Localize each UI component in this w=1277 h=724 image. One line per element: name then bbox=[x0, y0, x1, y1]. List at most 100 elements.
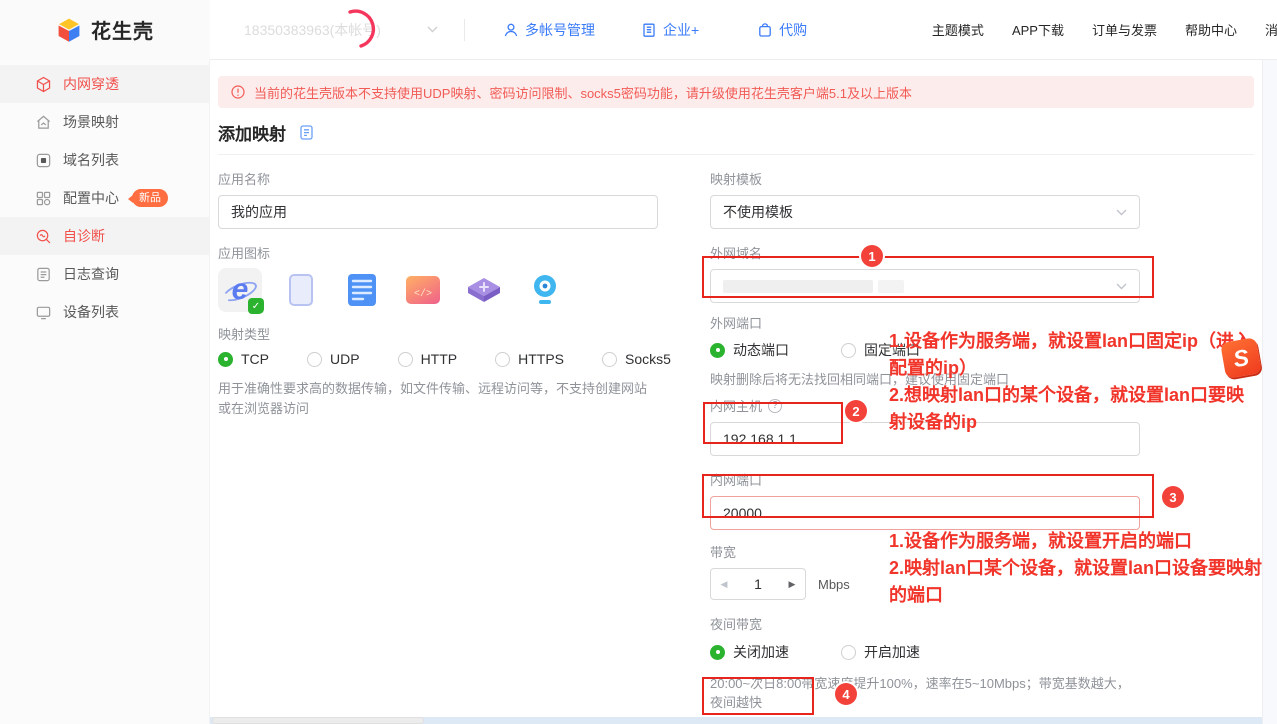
ext-port-radio-group: 动态端口 固定端口 bbox=[710, 340, 1140, 360]
help-question-icon[interactable]: ? bbox=[768, 399, 782, 413]
brand-name: 花生壳 bbox=[91, 15, 154, 44]
logo-cube-icon bbox=[56, 17, 82, 43]
bandwidth-stepper-row: ◀ 1 ▶ Mbps bbox=[710, 568, 1140, 600]
sidebar-item-device-list[interactable]: 设备列表 bbox=[0, 293, 209, 331]
radio-circle bbox=[602, 352, 617, 367]
enterprise-link[interactable]: 企业+ bbox=[641, 20, 699, 40]
app-icon-server[interactable] bbox=[340, 268, 384, 312]
page-title-row: 添加映射 bbox=[218, 120, 1254, 155]
radio-circle bbox=[398, 352, 413, 367]
bandwidth-unit: Mbps bbox=[818, 577, 850, 592]
radio-circle bbox=[841, 343, 856, 358]
template-select-value: 不使用模板 bbox=[723, 202, 793, 222]
radio-socks5[interactable]: Socks5 bbox=[602, 351, 671, 367]
horizontal-scrollbar-thumb[interactable] bbox=[212, 717, 424, 724]
int-port-label: 内网端口 bbox=[710, 470, 1140, 489]
bandwidth-stepper: ◀ 1 ▶ bbox=[710, 568, 806, 600]
stepper-decrease-button[interactable]: ◀ bbox=[711, 579, 737, 590]
radio-label: Socks5 bbox=[625, 351, 671, 367]
radio-dynamic-port[interactable]: 动态端口 bbox=[710, 340, 789, 360]
app-icon-options: e ✓ </> bbox=[218, 268, 658, 312]
ext-port-label: 外网端口 bbox=[710, 313, 1140, 332]
app-icon-tablet[interactable] bbox=[279, 268, 323, 312]
radio-tcp[interactable]: TCP bbox=[218, 351, 269, 367]
radio-circle bbox=[495, 352, 510, 367]
square-dot-icon bbox=[35, 152, 52, 169]
sidebar-item-label: 配置中心 bbox=[63, 188, 119, 208]
sidebar-item-label: 自诊断 bbox=[63, 226, 105, 246]
sidebar-item-label: 日志查询 bbox=[63, 264, 119, 284]
stepper-increase-button[interactable]: ▶ bbox=[779, 579, 805, 590]
app-icon-ie-selected[interactable]: e ✓ bbox=[218, 268, 262, 312]
copy-doc-icon[interactable] bbox=[299, 124, 314, 141]
radio-fixed-port[interactable]: 固定端口 bbox=[841, 340, 920, 360]
radio-udp[interactable]: UDP bbox=[307, 351, 360, 367]
topbar-utility-links: 主题模式 APP下载 订单与发票 帮助中心 消息 bbox=[932, 20, 1277, 39]
new-product-badge: 新品 bbox=[132, 189, 168, 207]
account-selector-value[interactable]: 18350383963(本帐号) bbox=[244, 20, 381, 40]
daigou-link[interactable]: 代购 bbox=[757, 20, 807, 40]
app-icon-camera[interactable] bbox=[523, 268, 567, 312]
template-select[interactable]: 不使用模板 bbox=[710, 195, 1140, 229]
brand-logo[interactable]: 花生壳 bbox=[0, 0, 210, 60]
int-port-input[interactable] bbox=[710, 496, 1140, 530]
domain-select[interactable] bbox=[710, 269, 1140, 303]
horizontal-scrollbar[interactable] bbox=[210, 717, 1262, 724]
theme-mode-link[interactable]: 主题模式 bbox=[932, 20, 984, 39]
page-title: 添加映射 bbox=[218, 120, 286, 145]
radio-label: 开启加速 bbox=[864, 642, 920, 662]
int-host-label: 内网主机 ? bbox=[710, 396, 1140, 415]
help-center-link[interactable]: 帮助中心 bbox=[1185, 20, 1237, 39]
sidebar-item-scene-mapping[interactable]: 场景映射 bbox=[0, 103, 209, 141]
multi-account-label: 多帐号管理 bbox=[525, 20, 595, 40]
app-icon-label: 应用图标 bbox=[218, 243, 658, 262]
messages-link[interactable]: 消息 bbox=[1265, 20, 1277, 39]
radio-circle bbox=[841, 645, 856, 660]
bandwidth-value[interactable]: 1 bbox=[737, 576, 779, 592]
radio-http[interactable]: HTTP bbox=[398, 351, 458, 367]
grid-icon bbox=[35, 190, 52, 207]
radio-circle-checked bbox=[710, 645, 725, 660]
sidebar-item-intranet-penetration[interactable]: 内网穿透 bbox=[0, 65, 209, 103]
account-chevron-down-icon[interactable] bbox=[427, 26, 438, 33]
int-host-input[interactable] bbox=[710, 422, 1140, 456]
radio-https[interactable]: HTTPS bbox=[495, 351, 564, 367]
document-lines-icon bbox=[35, 266, 52, 283]
app-name-input[interactable] bbox=[218, 195, 658, 229]
app-name-label: 应用名称 bbox=[218, 169, 658, 188]
chevron-down-icon bbox=[1116, 209, 1127, 216]
app-icon-code[interactable]: </> bbox=[401, 268, 445, 312]
app-icon-switch[interactable] bbox=[462, 268, 506, 312]
sidebar-item-domain-list[interactable]: 域名列表 bbox=[0, 141, 209, 179]
sidebar-item-label: 内网穿透 bbox=[63, 74, 119, 94]
radio-label: 关闭加速 bbox=[733, 642, 789, 662]
night-bandwidth-note: 20:00~次日8:00带宽速度提升100%，速率在5~10Mbps；带宽基数越… bbox=[710, 673, 1140, 711]
radio-acceleration-off[interactable]: 关闭加速 bbox=[710, 642, 789, 662]
template-label: 映射模板 bbox=[710, 169, 1140, 188]
app-download-link[interactable]: APP下载 bbox=[1012, 20, 1064, 39]
ext-port-note: 映射删除后将无法找回相同端口，建议使用固定端口 bbox=[710, 369, 1140, 388]
main-content: 当前的花生壳版本不支持使用UDP映射、密码访问限制、socks5密码功能，请升级… bbox=[210, 60, 1262, 724]
domain-label: 外网域名 bbox=[710, 243, 1140, 262]
radio-label: 固定端口 bbox=[864, 340, 920, 360]
multi-account-link[interactable]: 多帐号管理 bbox=[503, 20, 595, 40]
sidebar: 内网穿透 场景映射 域名列表 配置中心 新品 自诊断 bbox=[0, 60, 210, 724]
orders-invoices-link[interactable]: 订单与发票 bbox=[1092, 20, 1157, 39]
vertical-scrollbar[interactable] bbox=[1262, 60, 1277, 724]
int-host-label-text: 内网主机 bbox=[710, 396, 762, 415]
mapping-type-help-text: 用于准确性要求高的数据传输，如文件传输、远程访问等，不支持创建网站或在浏览器访问 bbox=[218, 379, 658, 419]
person-icon bbox=[503, 22, 519, 38]
top-bar: 花生壳 18350383963(本帐号) 多帐号管理 企业+ 代购 主题模式 bbox=[0, 0, 1277, 60]
sidebar-item-log-query[interactable]: 日志查询 bbox=[0, 255, 209, 293]
monitor-icon bbox=[35, 304, 52, 321]
form-left-column: 应用名称 应用图标 e ✓ bbox=[218, 155, 658, 724]
add-mapping-form: 应用名称 应用图标 e ✓ bbox=[218, 155, 1254, 724]
app-window: 花生壳 18350383963(本帐号) 多帐号管理 企业+ 代购 主题模式 bbox=[0, 0, 1277, 724]
webcam-icon bbox=[530, 273, 560, 307]
enterprise-label: 企业+ bbox=[663, 20, 699, 40]
radio-acceleration-on[interactable]: 开启加速 bbox=[841, 642, 920, 662]
warning-text: 当前的花生壳版本不支持使用UDP映射、密码访问限制、socks5密码功能，请升级… bbox=[254, 83, 912, 102]
radio-label: HTTP bbox=[421, 351, 458, 367]
sidebar-item-self-diagnosis[interactable]: 自诊断 bbox=[0, 217, 209, 255]
sidebar-item-config-center[interactable]: 配置中心 新品 bbox=[0, 179, 209, 217]
